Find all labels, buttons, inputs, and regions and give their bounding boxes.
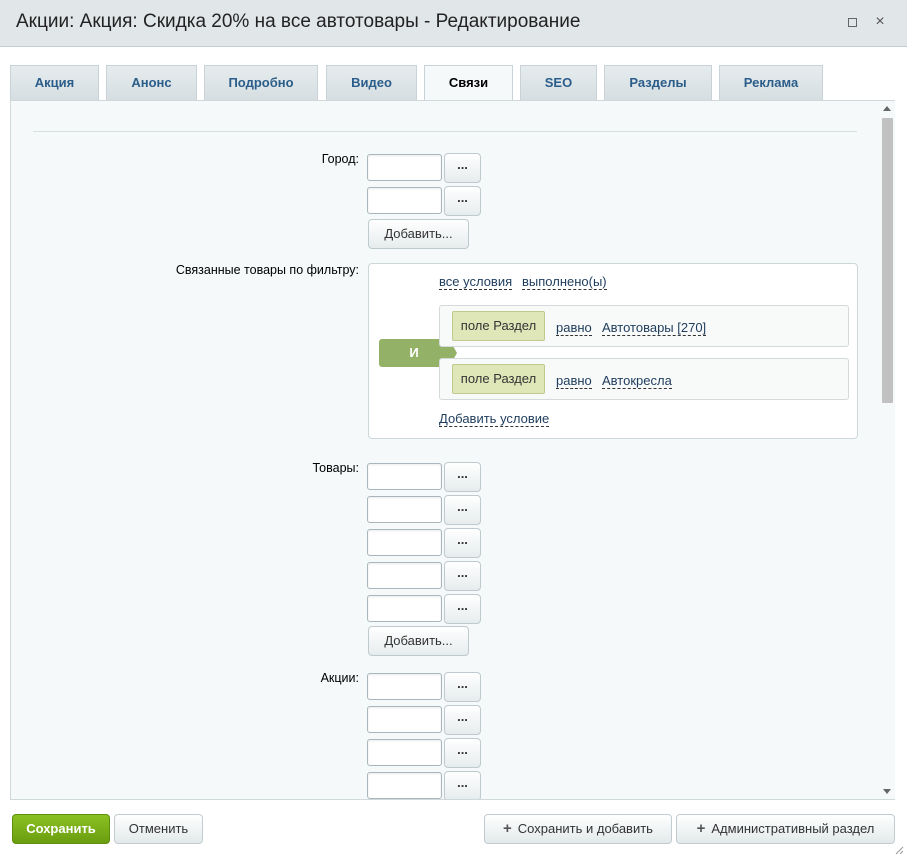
- promotions-browse-button-1[interactable]: ...: [444, 672, 481, 702]
- products-label: Товары:: [312, 461, 359, 475]
- tab-announce[interactable]: Анонс: [106, 65, 197, 100]
- fulfilled-link[interactable]: выполнено(ы): [522, 274, 607, 290]
- promotions-browse-button-4[interactable]: ...: [444, 771, 481, 799]
- divider: [33, 131, 857, 132]
- products-browse-button-4[interactable]: ...: [444, 561, 481, 591]
- promotions-label-wrap: Акции:: [11, 671, 359, 687]
- promotions-label: Акции:: [320, 671, 359, 685]
- products-input-1[interactable]: [367, 463, 442, 490]
- tab-sections[interactable]: Разделы: [604, 65, 712, 100]
- admin-section-label: Административный раздел: [711, 821, 875, 836]
- promotions-browse-button-3[interactable]: ...: [444, 738, 481, 768]
- window-title: Акции: Акция: Скидка 20% на все автотова…: [16, 11, 581, 32]
- condition-field-1[interactable]: поле Раздел: [452, 311, 545, 341]
- links-panel: Город: ... ... Добавить... Связанные тов…: [10, 100, 895, 800]
- city-input-2[interactable]: [367, 187, 442, 214]
- save-and-add-label: Сохранить и добавить: [517, 821, 653, 836]
- products-browse-button-2[interactable]: ...: [444, 495, 481, 525]
- promotions-input-4[interactable]: [367, 772, 442, 799]
- products-browse-button-1[interactable]: ...: [444, 462, 481, 492]
- condition-value-1[interactable]: Автотовары [270]: [602, 320, 707, 336]
- promotions-browse-button-2[interactable]: ...: [444, 705, 481, 735]
- promotions-input-3[interactable]: [367, 739, 442, 766]
- condition-field-2[interactable]: поле Раздел: [452, 364, 545, 394]
- tab-seo[interactable]: SEO: [520, 65, 597, 100]
- promotions-input-2[interactable]: [367, 706, 442, 733]
- promotions-input-1[interactable]: [367, 673, 442, 700]
- plus-icon: +: [503, 820, 512, 837]
- city-input-1[interactable]: [367, 154, 442, 181]
- city-browse-button-2[interactable]: ...: [444, 186, 481, 216]
- products-input-3[interactable]: [367, 529, 442, 556]
- filter-label: Связанные товары по фильтру:: [175, 263, 359, 277]
- condition-op-2[interactable]: равно: [556, 373, 592, 389]
- filter-label-wrap: Связанные товары по фильтру:: [11, 263, 359, 279]
- scroll-up-icon[interactable]: [883, 106, 891, 111]
- condition-value-2[interactable]: Автокресла: [602, 373, 672, 389]
- cancel-button[interactable]: Отменить: [114, 814, 203, 844]
- tab-advertising[interactable]: Реклама: [719, 65, 823, 100]
- resize-grip-icon[interactable]: [894, 845, 904, 855]
- city-browse-button-1[interactable]: ...: [444, 153, 481, 183]
- scrollbar-thumb[interactable]: [882, 118, 893, 403]
- tab-action[interactable]: Акция: [10, 65, 99, 100]
- products-add-button[interactable]: Добавить...: [368, 626, 469, 656]
- city-label-wrap: Город:: [11, 152, 359, 168]
- title-bar: Акции: Акция: Скидка 20% на все автотова…: [0, 0, 907, 47]
- city-add-button[interactable]: Добавить...: [368, 219, 469, 249]
- products-browse-button-5[interactable]: ...: [444, 594, 481, 624]
- tab-bar: Акция Анонс Подробно Видео Связи SEO Раз…: [10, 65, 890, 101]
- admin-section-button[interactable]: + Административный раздел: [676, 814, 895, 844]
- products-label-wrap: Товары:: [11, 461, 359, 477]
- tab-details[interactable]: Подробно: [204, 65, 318, 100]
- vertical-scrollbar[interactable]: [880, 101, 895, 799]
- products-input-5[interactable]: [367, 595, 442, 622]
- condition-row-1: поле Раздел равно Автотовары [270]: [439, 305, 849, 347]
- save-button[interactable]: Сохранить: [12, 814, 110, 844]
- plus-icon: +: [696, 820, 706, 837]
- maximize-icon[interactable]: [842, 12, 862, 32]
- close-icon[interactable]: ×: [870, 12, 890, 32]
- tab-video[interactable]: Видео: [326, 65, 417, 100]
- products-input-4[interactable]: [367, 562, 442, 589]
- condition-op-1[interactable]: равно: [556, 320, 592, 336]
- filter-box: все условия выполнено(ы) И поле Раздел р…: [368, 263, 858, 439]
- products-browse-button-3[interactable]: ...: [444, 528, 481, 558]
- scroll-down-icon[interactable]: [883, 789, 891, 794]
- city-label: Город:: [321, 152, 359, 166]
- all-conditions-link[interactable]: все условия: [439, 274, 513, 290]
- condition-row-2: поле Раздел равно Автокресла: [439, 358, 849, 400]
- tab-links[interactable]: Связи: [424, 65, 513, 101]
- save-and-add-button[interactable]: + Сохранить и добавить: [484, 814, 672, 844]
- add-condition-link[interactable]: Добавить условие: [439, 411, 550, 427]
- products-input-2[interactable]: [367, 496, 442, 523]
